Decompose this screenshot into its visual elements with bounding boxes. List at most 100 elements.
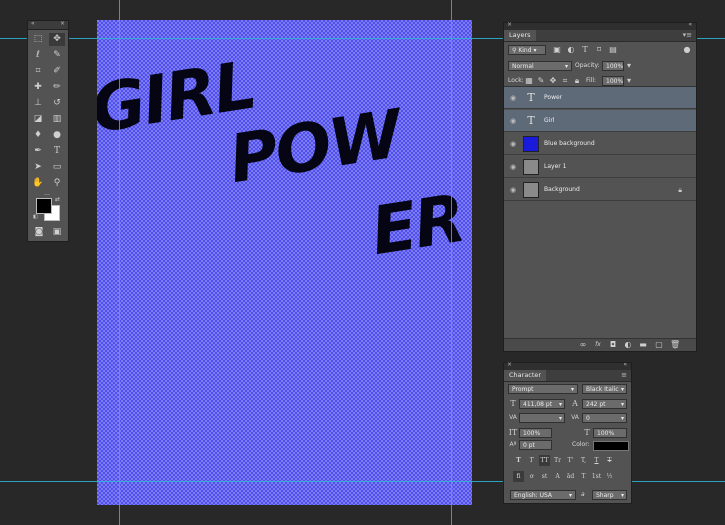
default-colors-icon[interactable]: ◧ xyxy=(33,214,38,220)
eyedropper-tool-icon[interactable]: ✐ xyxy=(49,65,65,78)
blend-mode-dropdown[interactable]: Normal ▾ xyxy=(508,61,572,71)
fractions-button[interactable]: ½ xyxy=(604,471,615,482)
faux-bold-button[interactable]: T xyxy=(513,455,524,466)
fill-dropdown-icon[interactable]: ▾ xyxy=(624,76,634,86)
rectangle-tool-icon[interactable]: ▭ xyxy=(49,161,65,174)
lock-all-icon[interactable]: 🔒︎ xyxy=(572,76,582,86)
tracking-field[interactable]: 0 ▾ xyxy=(582,413,627,423)
font-style-dropdown[interactable]: Black Italic ▾ xyxy=(582,384,627,394)
lock-pixels-icon[interactable]: ✎ xyxy=(536,76,546,86)
swash-button[interactable]: A xyxy=(552,471,563,482)
leading-field[interactable]: 242 pt ▾ xyxy=(582,399,627,409)
clone-stamp-tool-icon[interactable]: ⊥ xyxy=(30,97,46,110)
ordinals-button[interactable]: 1st xyxy=(591,471,602,482)
layer-row-blue-background[interactable]: ◉ Blue background xyxy=(504,133,696,155)
filter-adjustment-icon[interactable]: ◐ xyxy=(566,45,576,55)
language-dropdown[interactable]: English: USA ▾ xyxy=(510,490,576,500)
baseline-shift-field[interactable]: 0 pt xyxy=(519,440,552,450)
brush-tool-icon[interactable]: ✏ xyxy=(49,81,65,94)
foreground-color-swatch[interactable] xyxy=(36,198,52,214)
lock-position-icon[interactable]: ✥ xyxy=(548,76,558,86)
marquee-tool-icon[interactable]: ⬚ xyxy=(30,33,46,46)
guide-vertical[interactable] xyxy=(451,0,452,525)
close-icon[interactable]: × xyxy=(507,361,512,368)
small-caps-button[interactable]: Tr xyxy=(552,455,563,466)
visibility-eye-icon[interactable]: ◉ xyxy=(508,116,518,126)
lock-transparent-icon[interactable]: ▦ xyxy=(524,76,534,86)
layer-filter-dropdown[interactable]: ⚲ Kind ▾ xyxy=(508,45,546,55)
lock-artboard-icon[interactable]: ⌗ xyxy=(560,76,570,86)
opacity-dropdown-icon[interactable]: ▾ xyxy=(624,61,634,71)
adjustment-layer-icon[interactable]: ◐ xyxy=(623,340,633,350)
gradient-tool-icon[interactable]: ▥ xyxy=(49,113,65,126)
visibility-eye-icon[interactable]: ◉ xyxy=(508,93,518,103)
add-mask-icon[interactable]: ◘ xyxy=(608,340,618,350)
guide-vertical[interactable] xyxy=(119,0,120,525)
filter-type-icon[interactable]: T xyxy=(580,45,590,55)
discretionary-ligatures-button[interactable]: ơ xyxy=(526,471,537,482)
filter-pixel-icon[interactable]: ▣ xyxy=(552,45,562,55)
contextual-alternates-button[interactable]: ād xyxy=(565,471,576,482)
healing-brush-tool-icon[interactable]: ✚ xyxy=(30,81,46,94)
swap-colors-icon[interactable]: ⇄ xyxy=(55,196,60,203)
document-canvas[interactable]: GIRL POW ER xyxy=(97,20,472,505)
pen-tool-icon[interactable]: ✒ xyxy=(30,145,46,158)
move-tool-icon[interactable]: ✥ xyxy=(49,33,65,46)
underline-button[interactable]: T xyxy=(591,455,602,466)
font-family-dropdown[interactable]: Prompt ▾ xyxy=(508,384,578,394)
close-icon[interactable]: × xyxy=(507,21,512,28)
faux-italic-button[interactable]: T xyxy=(526,455,537,466)
horizontal-scale-field[interactable]: 100% xyxy=(593,428,627,438)
tab-layers[interactable]: Layers xyxy=(504,30,536,41)
kerning-field[interactable]: ▾ xyxy=(519,413,565,423)
titling-alternates-button[interactable]: T xyxy=(578,471,589,482)
layer-style-fx-icon[interactable]: fx xyxy=(593,340,603,350)
filter-smart-object-icon[interactable]: ▤ xyxy=(608,45,618,55)
stylistic-alternates-button[interactable]: st xyxy=(539,471,550,482)
tab-character[interactable]: Character xyxy=(504,370,547,381)
vertical-scale-field[interactable]: 100% xyxy=(519,428,552,438)
layers-panel-topbar[interactable]: « × xyxy=(504,21,696,30)
new-group-icon[interactable]: ▬ xyxy=(638,340,648,350)
opacity-field[interactable]: 100% xyxy=(602,61,624,71)
filter-toggle-icon[interactable]: ● xyxy=(682,45,692,55)
visibility-eye-icon[interactable]: ◉ xyxy=(508,162,518,172)
character-panel-topbar[interactable]: × « xyxy=(504,361,631,370)
strikethrough-button[interactable]: T xyxy=(604,455,615,466)
filter-shape-icon[interactable]: ⌑ xyxy=(594,45,604,55)
layer-row-girl[interactable]: ◉ T Girl xyxy=(504,110,696,132)
trash-icon[interactable]: 🗑︎ xyxy=(670,340,680,350)
quick-select-tool-icon[interactable]: ✎ xyxy=(49,49,65,62)
quick-mask-icon[interactable]: ◙ xyxy=(31,226,47,239)
all-caps-button[interactable]: TT xyxy=(539,455,550,466)
link-layers-icon[interactable]: ∞ xyxy=(578,340,588,350)
type-tool-icon[interactable]: T xyxy=(49,145,65,158)
font-size-field[interactable]: 411,08 pt ▾ xyxy=(519,399,565,409)
ligatures-button[interactable]: fi xyxy=(513,471,524,482)
superscript-button[interactable]: T' xyxy=(565,455,576,466)
panel-menu-icon[interactable]: ≡ xyxy=(621,371,627,379)
crop-tool-icon[interactable]: ⌗ xyxy=(30,65,46,78)
close-icon[interactable]: × xyxy=(60,20,65,27)
collapse-icon[interactable]: « xyxy=(623,361,627,368)
new-layer-icon[interactable]: ▢ xyxy=(654,340,664,350)
collapse-icon[interactable]: « xyxy=(688,21,692,28)
antialias-dropdown[interactable]: Sharp ▾ xyxy=(592,490,627,500)
history-brush-tool-icon[interactable]: ↺ xyxy=(49,97,65,110)
lasso-tool-icon[interactable]: ℓ xyxy=(30,49,46,62)
fill-field[interactable]: 100% xyxy=(602,76,624,86)
collapse-icon[interactable]: « xyxy=(31,20,35,27)
layer-row-layer-1[interactable]: ◉ Layer 1 xyxy=(504,156,696,178)
panel-menu-icon[interactable]: ▾≡ xyxy=(683,31,692,39)
blur-tool-icon[interactable]: ♦ xyxy=(30,129,46,142)
text-color-swatch[interactable] xyxy=(593,441,629,451)
tools-panel-header[interactable]: « × xyxy=(28,20,68,30)
layer-row-background[interactable]: ◉ Background 🔒︎ xyxy=(504,179,696,201)
subscript-button[interactable]: T, xyxy=(578,455,589,466)
layer-row-power[interactable]: ◉ T Power xyxy=(504,87,696,109)
visibility-eye-icon[interactable]: ◉ xyxy=(508,185,518,195)
eraser-tool-icon[interactable]: ◪ xyxy=(30,113,46,126)
visibility-eye-icon[interactable]: ◉ xyxy=(508,139,518,149)
screen-mode-icon[interactable]: ▣ xyxy=(49,226,65,239)
path-selection-tool-icon[interactable]: ➤ xyxy=(30,161,46,174)
